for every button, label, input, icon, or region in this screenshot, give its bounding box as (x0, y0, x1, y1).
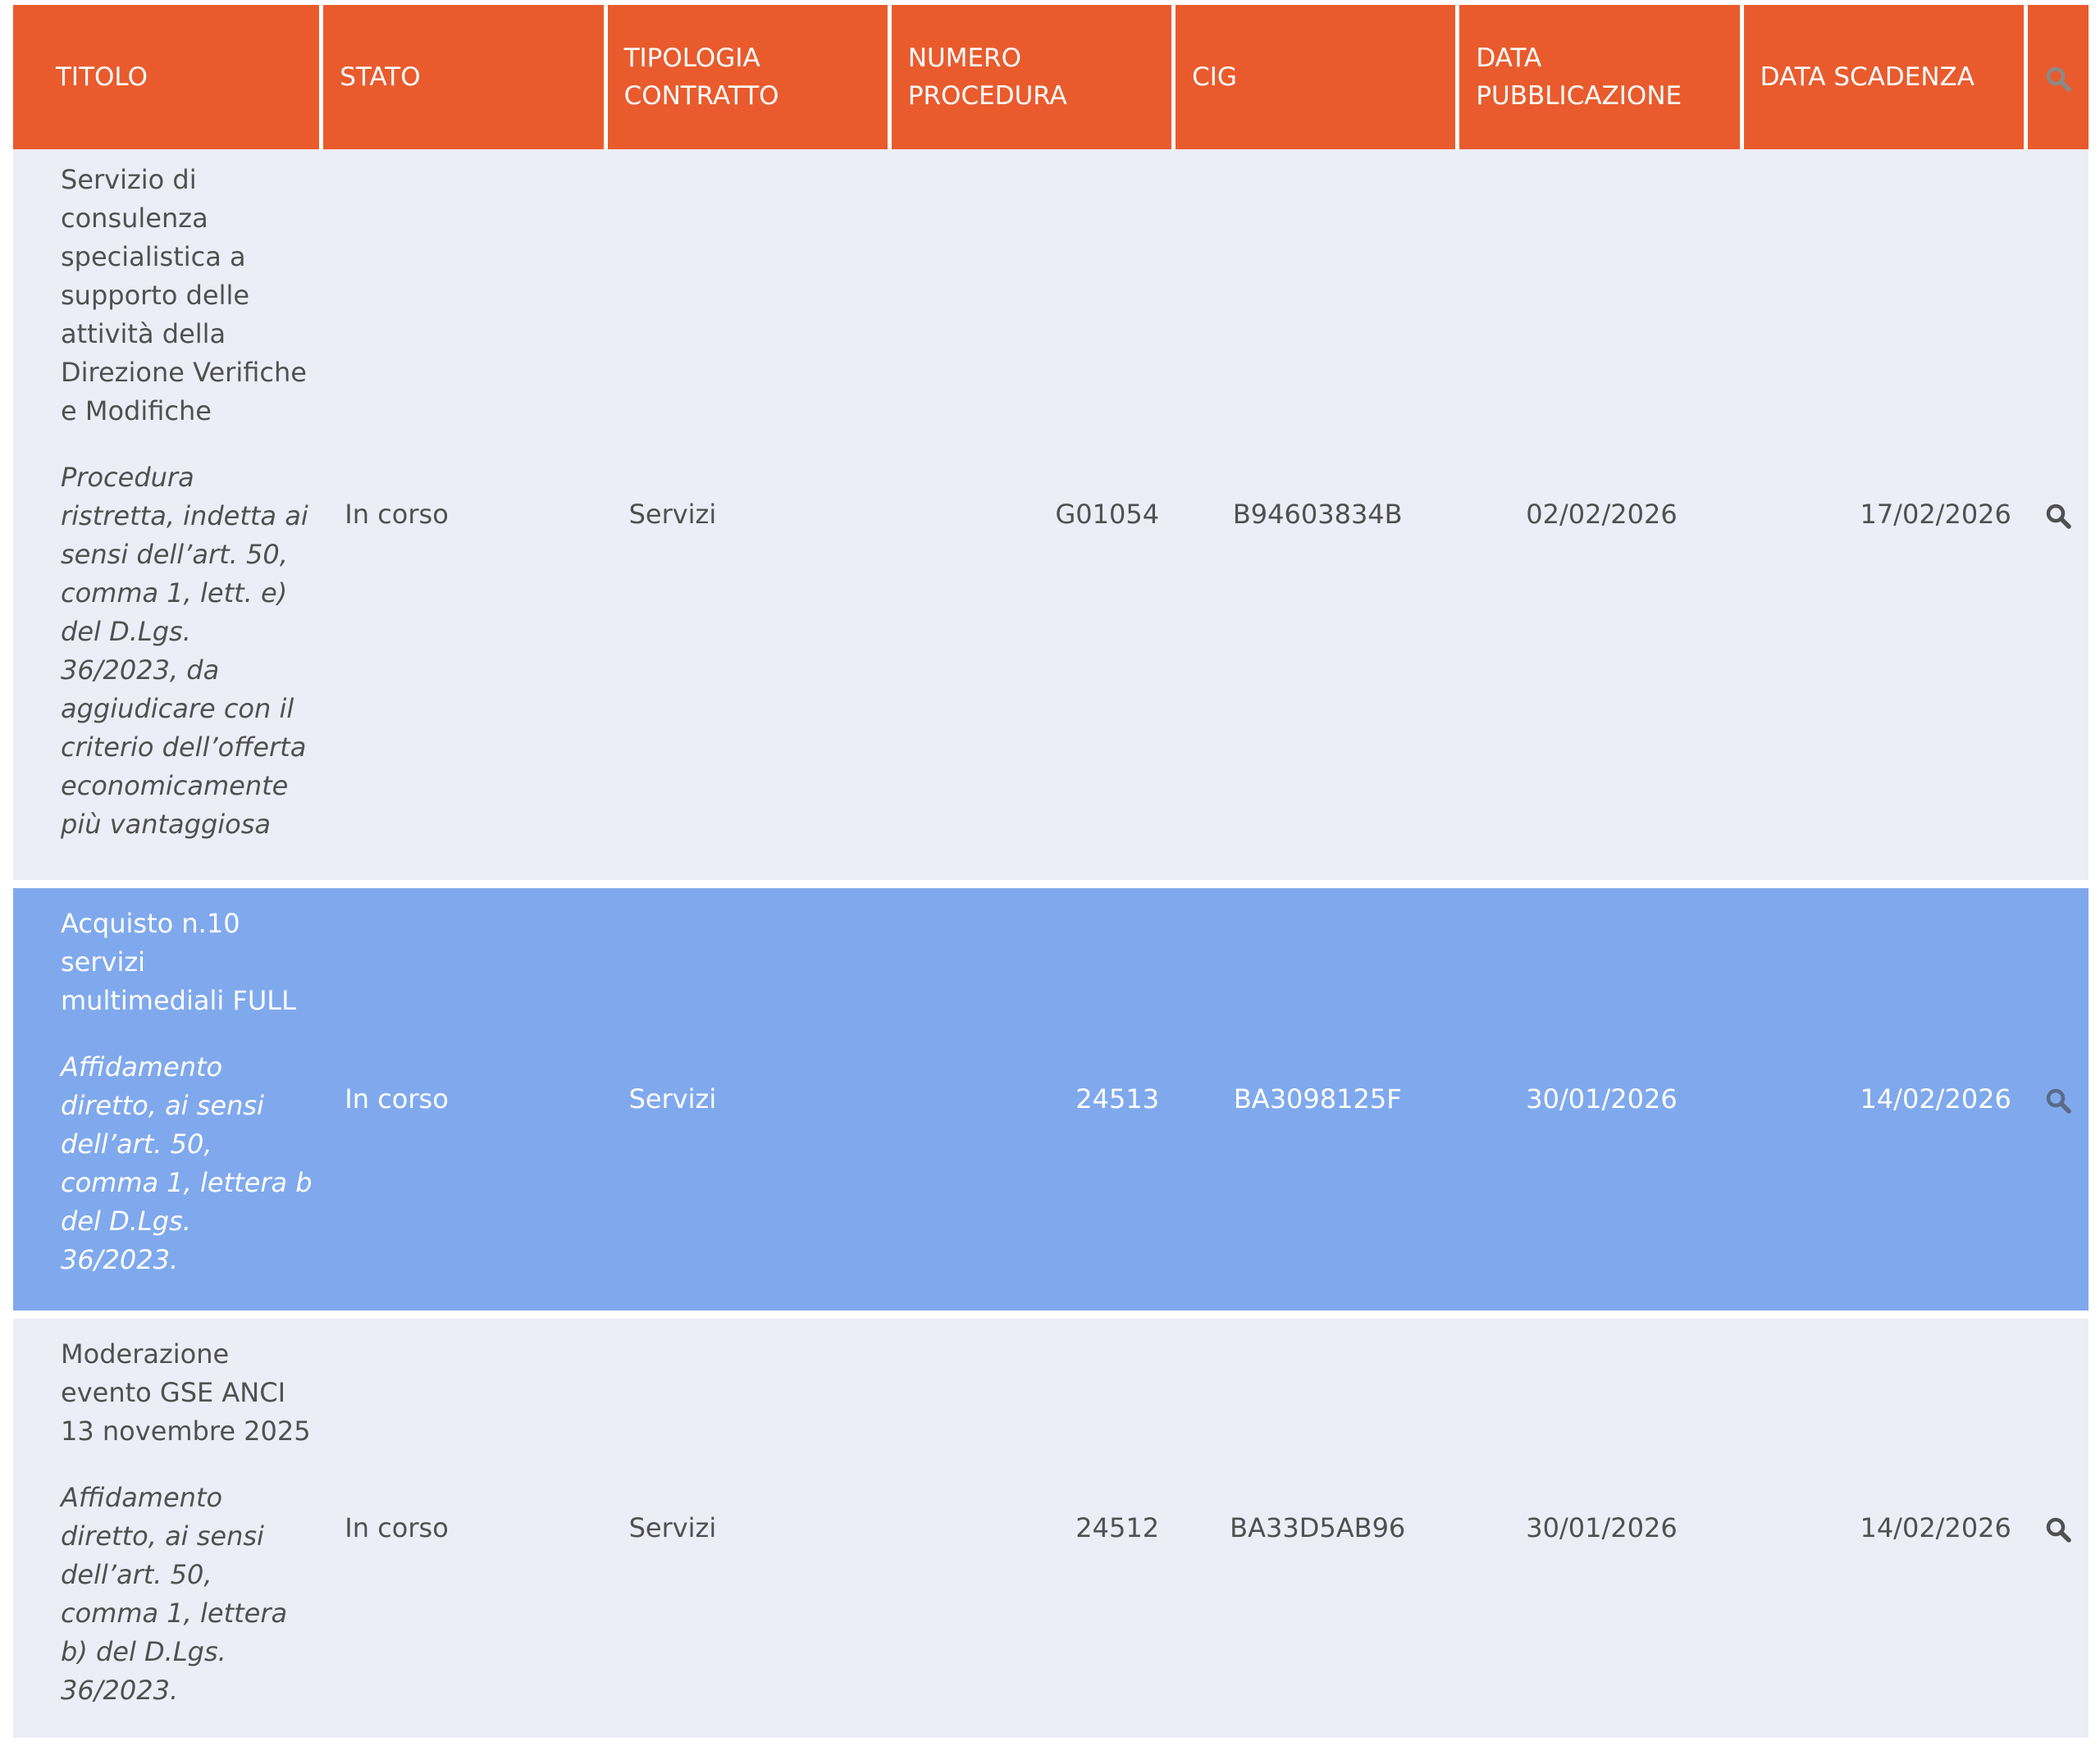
cell-stato: In corso (323, 1319, 608, 1746)
cell-tipologia-contratto: Servizi (607, 888, 892, 1319)
column-header-stato[interactable]: STATO (323, 5, 608, 149)
cell-titolo: Acquisto n.10 servizi multimediali FULL … (13, 888, 324, 1319)
table-row[interactable]: Servizio di consulenza specialistica a s… (13, 149, 2089, 888)
search-icon[interactable] (2044, 1516, 2072, 1543)
row-description: Affidamento diretto, ai sensi dell’art. … (61, 1482, 288, 1706)
cell-data-pubblicazione: 30/01/2026 (1459, 1319, 1744, 1746)
table-body: Servizio di consulenza specialistica a s… (13, 149, 2089, 1746)
table-row[interactable]: Moderazione evento GSE ANCI 13 novembre … (13, 1319, 2089, 1746)
cell-tipologia-contratto: Servizi (607, 1319, 892, 1746)
row-description: Affidamento diretto, ai sensi dell’art. … (61, 1051, 313, 1275)
column-header-search[interactable] (2027, 5, 2089, 149)
cell-search (2027, 149, 2089, 888)
header-row: TITOLO STATO TIPOLOGIA CONTRATTO NUMERO … (13, 5, 2089, 149)
column-header-cig[interactable]: CIG (1176, 5, 1460, 149)
column-header-data-scadenza[interactable]: DATA SCADENZA (1743, 5, 2028, 149)
row-title[interactable]: Acquisto n.10 servizi multimediali FULL (61, 905, 315, 1020)
table-header: TITOLO STATO TIPOLOGIA CONTRATTO NUMERO … (13, 5, 2089, 149)
cell-data-scadenza: 17/02/2026 (1743, 149, 2028, 888)
column-header-data-pubblicazione[interactable]: DATA PUBBLICAZIONE (1459, 5, 1744, 149)
cell-cig: BA33D5AB96 (1176, 1319, 1460, 1746)
cell-cig: BA3098125F (1176, 888, 1460, 1319)
cell-search (2027, 1319, 2089, 1746)
cell-data-pubblicazione: 30/01/2026 (1459, 888, 1744, 1319)
cell-stato: In corso (323, 888, 608, 1319)
search-icon[interactable] (2044, 65, 2072, 93)
row-description: Procedura ristretta, indetta ai sensi de… (61, 462, 308, 840)
cell-numero-procedura: 24513 (891, 888, 1176, 1319)
cell-tipologia-contratto: Servizi (607, 149, 892, 888)
row-title[interactable]: Moderazione evento GSE ANCI 13 novembre … (61, 1335, 315, 1451)
column-header-titolo[interactable]: TITOLO (13, 5, 324, 149)
tenders-table: TITOLO STATO TIPOLOGIA CONTRATTO NUMERO … (13, 5, 2089, 1746)
cell-titolo: Moderazione evento GSE ANCI 13 novembre … (13, 1319, 324, 1746)
search-icon[interactable] (2044, 502, 2072, 530)
search-icon[interactable] (2044, 1087, 2072, 1115)
cell-data-scadenza: 14/02/2026 (1743, 1319, 2028, 1746)
cell-data-pubblicazione: 02/02/2026 (1459, 149, 1744, 888)
cell-cig: B94603834B (1176, 149, 1460, 888)
cell-titolo: Servizio di consulenza specialistica a s… (13, 149, 324, 888)
cell-numero-procedura: 24512 (891, 1319, 1176, 1746)
table-row[interactable]: Acquisto n.10 servizi multimediali FULL … (13, 888, 2089, 1319)
cell-search (2027, 888, 2089, 1319)
cell-numero-procedura: G01054 (891, 149, 1176, 888)
column-header-numero-procedura[interactable]: NUMERO PROCEDURA (891, 5, 1176, 149)
row-title[interactable]: Servizio di consulenza specialistica a s… (61, 161, 315, 431)
cell-data-scadenza: 14/02/2026 (1743, 888, 2028, 1319)
cell-stato: In corso (323, 149, 608, 888)
column-header-tipologia-contratto[interactable]: TIPOLOGIA CONTRATTO (607, 5, 892, 149)
